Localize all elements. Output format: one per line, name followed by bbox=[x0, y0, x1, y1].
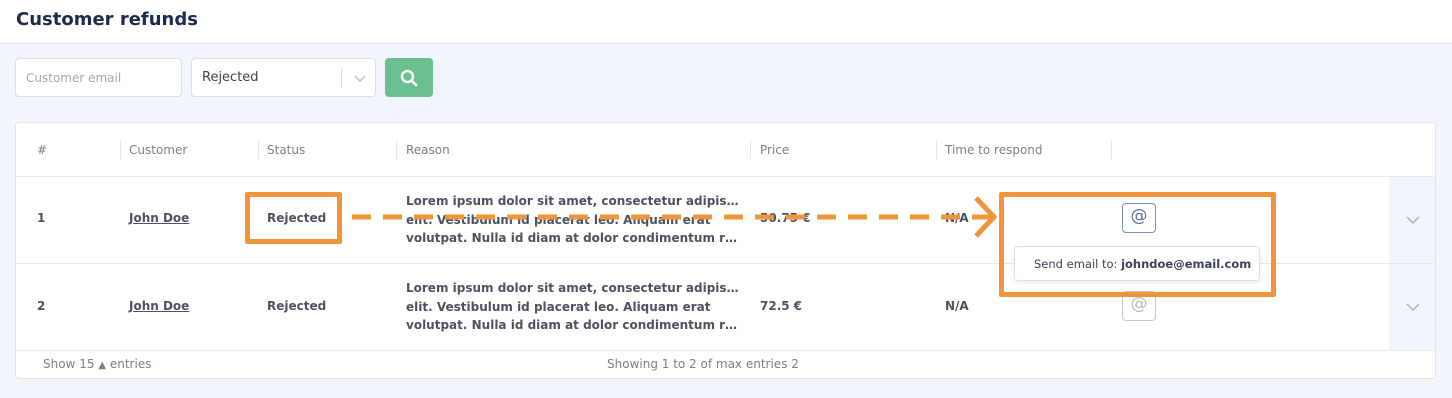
customer-link[interactable]: John Doe bbox=[129, 299, 189, 313]
expand-row-button[interactable] bbox=[1389, 177, 1435, 264]
row-number: 2 bbox=[37, 299, 46, 313]
page-title: Customer refunds bbox=[16, 9, 198, 30]
expand-row-button[interactable] bbox=[1389, 264, 1435, 351]
entries-per-page[interactable]: Show 15 ▲ entries bbox=[43, 357, 151, 371]
at-icon: @ bbox=[1130, 294, 1148, 314]
column-divider bbox=[936, 140, 937, 159]
pagination-summary: Showing 1 to 2 of max entries 2 bbox=[607, 357, 799, 371]
highlight-email-box bbox=[999, 192, 1276, 297]
column-divider bbox=[120, 140, 121, 159]
row-divider bbox=[16, 176, 1435, 177]
row-divider bbox=[16, 350, 1435, 351]
search-icon bbox=[400, 69, 418, 87]
status-select[interactable]: Rejected bbox=[191, 58, 376, 97]
entries-label: entries bbox=[109, 357, 152, 371]
column-header-price: Price bbox=[760, 143, 790, 157]
annotation-arrow bbox=[352, 196, 998, 238]
column-divider bbox=[396, 140, 397, 159]
status-select-value: Rejected bbox=[202, 70, 259, 85]
caret-up-icon[interactable]: ▲ bbox=[98, 360, 106, 371]
select-divider bbox=[341, 68, 342, 88]
chevron-down-icon[interactable] bbox=[352, 68, 368, 88]
column-divider bbox=[1111, 140, 1112, 159]
column-header-time-to-respond: Time to respond bbox=[945, 143, 1043, 157]
customer-link[interactable]: John Doe bbox=[129, 211, 189, 225]
column-header-number: # bbox=[37, 143, 48, 157]
column-divider bbox=[258, 140, 259, 159]
column-header-customer: Customer bbox=[129, 143, 188, 157]
search-button[interactable] bbox=[385, 58, 433, 97]
price-text: 72.5 € bbox=[760, 299, 803, 313]
column-divider bbox=[750, 140, 751, 159]
column-header-reason: Reason bbox=[406, 143, 450, 157]
reason-line: elit. Vestibulum id placerat leo. Aliqua… bbox=[406, 299, 711, 314]
reason-line: volutpat. Nulla id diam at dolor condime… bbox=[406, 318, 741, 332]
show-label: Show bbox=[43, 357, 76, 371]
show-count: 15 bbox=[79, 357, 95, 371]
reason-text: Lorem ipsum dolor sit amet, consectetur … bbox=[406, 279, 741, 335]
top-bar: Customer refunds bbox=[0, 0, 1452, 44]
row-number: 1 bbox=[37, 211, 46, 225]
highlight-status-box bbox=[245, 192, 342, 244]
status-text: Rejected bbox=[267, 299, 327, 313]
customer-email-input[interactable] bbox=[15, 58, 182, 97]
chevron-down-icon bbox=[1406, 216, 1420, 224]
column-header-status: Status bbox=[267, 143, 306, 157]
chevron-down-icon bbox=[1406, 303, 1420, 311]
time-to-respond-text: N/A bbox=[945, 299, 969, 313]
reason-line: Lorem ipsum dolor sit amet, consectetur … bbox=[406, 281, 741, 295]
